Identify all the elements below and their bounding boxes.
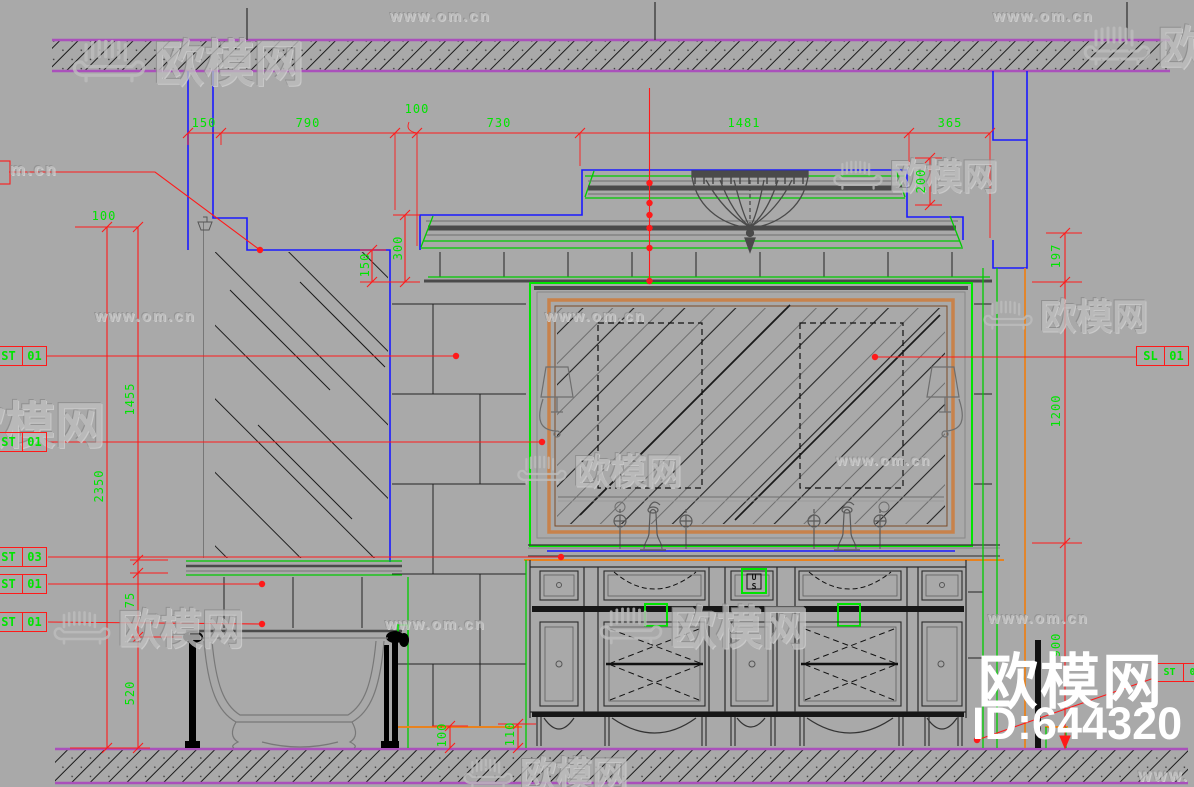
watermark-brand-text: 欧模网 — [670, 602, 808, 654]
dim-150-mid: 150 — [358, 252, 372, 278]
socket-symbol-bottom: S — [751, 582, 757, 591]
watermark-brand-text: 欧模网 — [890, 156, 999, 197]
dim-2350-left: 2350 — [92, 469, 106, 503]
shower-valve — [197, 216, 213, 231]
tag-num: 01 — [22, 613, 46, 631]
watermark-brand-text: 欧模网 — [1158, 22, 1194, 74]
tag-code: ST — [1, 577, 16, 591]
watermark-brand-text: 欧模网 — [1040, 296, 1149, 337]
watermark-brand: 欧模网 — [982, 288, 1148, 340]
watermark-url: www.om.cn — [390, 8, 491, 25]
sink-bowl-dashed-right — [808, 571, 892, 590]
watermark-brand: 欧模网 — [1082, 12, 1194, 78]
dim-100-top: 100 — [404, 102, 430, 116]
finish-tag-st01-2: ST 01 — [0, 432, 47, 452]
tag-num: 01 — [1183, 664, 1194, 681]
dim-100-bottom: 100 — [435, 722, 449, 748]
dim-110-bottom: 110 — [503, 721, 517, 747]
watermark-url: www.om.cn — [836, 452, 932, 468]
cabinet-legs — [536, 717, 963, 746]
watermark-brand: 欧模网 — [52, 596, 244, 657]
finish-tag-st03: ST 03 — [0, 547, 47, 567]
watermark-url: www.om.cn — [993, 8, 1094, 25]
sofa-watermark-icon — [52, 608, 112, 646]
watermark-brand: 欧模网 — [516, 443, 682, 495]
dim-75-left: 75 — [123, 591, 137, 609]
sofa-watermark-icon — [1082, 23, 1152, 67]
watermark-url: www.om.cn — [988, 610, 1089, 627]
cad-drawing-canvas: 150 790 100 730 1481 365 100 2350 1455 7… — [0, 0, 1194, 787]
tag-code: ST — [1, 615, 16, 629]
watermark-brand: 欧模网 — [598, 592, 808, 658]
sofa-watermark-icon — [516, 453, 568, 486]
sink-bowl-dashed-left — [613, 571, 697, 590]
watermark-url: www.om.cn — [95, 308, 196, 325]
dim-730-top: 730 — [486, 116, 512, 130]
watermark-brand: 欧模网 — [70, 24, 304, 96]
tag-code: ST — [1, 550, 16, 564]
watermark-brand-text: 欧模网 — [520, 754, 629, 787]
sofa-watermark-icon — [982, 298, 1034, 331]
dim-1481-top: 1481 — [727, 116, 761, 130]
finish-tag-st01-1: ST 01 — [0, 346, 47, 366]
tag-code: ST — [1, 349, 16, 363]
finish-tag-sl01: SL 01 — [1136, 346, 1189, 366]
dim-790-top: 790 — [295, 116, 321, 130]
watermark-url: www.om.cn — [385, 616, 486, 633]
tag-num: 01 — [1164, 347, 1188, 365]
dim-300-mid: 300 — [391, 235, 405, 261]
sofa-watermark-icon — [598, 604, 664, 646]
dim-520-left: 520 — [123, 680, 137, 706]
dim-150-top: 150 — [191, 116, 217, 130]
dim-1455-left: 1455 — [123, 382, 137, 416]
tag-num: 01 — [22, 575, 46, 593]
finish-tag-st01-3: ST 01 — [0, 574, 47, 594]
clipped-tag-box — [0, 160, 11, 185]
dim-365-top: 365 — [937, 116, 963, 130]
watermark-url-clipped: m.cn — [10, 160, 58, 179]
dim-1200-right: 1200 — [1049, 394, 1063, 428]
tag-code: SL — [1143, 349, 1158, 363]
tag-num: 01 — [22, 433, 46, 451]
watermark-url: www.om.cn — [545, 308, 646, 325]
dim-200-right: 200 — [914, 168, 928, 194]
site-overlay-id: ID:644320 — [972, 698, 1183, 749]
watermark-brand-text: 欧模网 — [154, 36, 304, 92]
finish-tag-st01-4: ST 01 — [0, 612, 47, 632]
dim-197-right: 197 — [1049, 243, 1063, 269]
ceiling-light-fixture — [691, 170, 809, 254]
tag-code: ST — [1, 435, 16, 449]
tag-num: 01 — [22, 347, 46, 365]
watermark-url-clipped: WWW. — [1138, 768, 1189, 784]
dim-100-left: 100 — [91, 209, 117, 223]
socket-symbol-top: U — [751, 573, 757, 582]
watermark-brand: 欧模网 — [462, 746, 628, 787]
sofa-watermark-icon — [70, 36, 148, 84]
tag-num: 03 — [22, 548, 46, 566]
watermark-brand-text: 欧模网 — [574, 451, 683, 492]
sofa-watermark-icon — [832, 158, 884, 191]
